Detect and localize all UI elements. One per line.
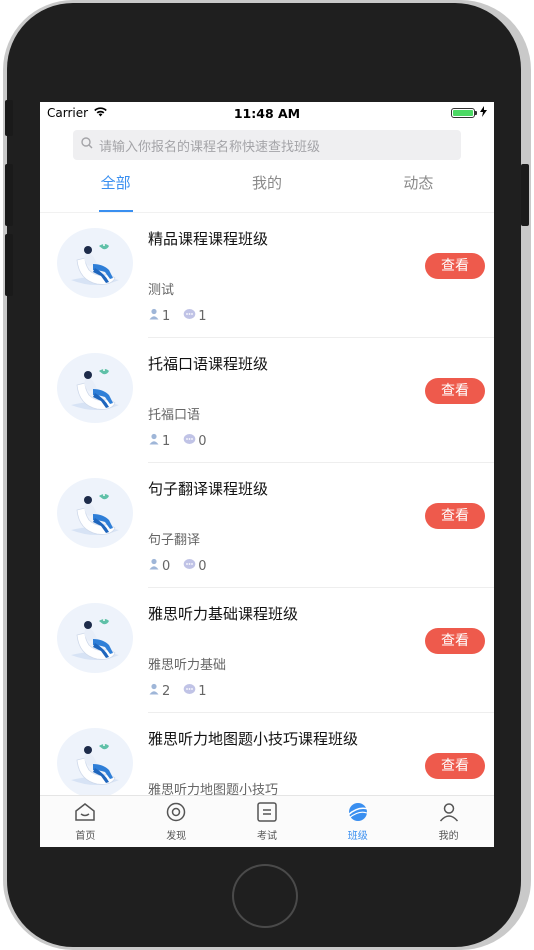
course-avatar [57, 478, 133, 548]
course-subtitle: 雅思听力基础 [148, 658, 227, 673]
course-title: 句子翻译课程班级 [148, 480, 269, 498]
course-stats: 0 0 [148, 558, 220, 574]
tab-bar-top: 全部 我的 动态 [40, 166, 494, 213]
comment-icon [183, 308, 198, 324]
comment-count: 1 [198, 308, 207, 324]
member-count: 1 [162, 433, 171, 449]
tab-home[interactable]: 首页 [40, 796, 131, 847]
list-item[interactable]: 句子翻译课程班级 句子翻译 0 0 查看 [40, 463, 494, 588]
course-subtitle: 托福口语 [148, 408, 201, 423]
tab-profile-label: 我的 [438, 831, 459, 842]
course-title: 雅思听力基础课程班级 [148, 605, 299, 623]
member-count: 1 [162, 308, 171, 324]
course-subtitle: 测试 [148, 283, 175, 298]
comment-count: 0 [198, 558, 207, 574]
discover-icon [164, 802, 188, 827]
course-list: 精品课程课程班级 测试 1 1 查看 托福口语课程班级 托福口语 1 0 查看 [40, 213, 494, 838]
comment-count: 1 [198, 683, 207, 699]
class-icon [346, 802, 370, 827]
comment-count: 0 [198, 433, 207, 449]
course-title: 托福口语课程班级 [148, 355, 269, 373]
app-screen: Carrier 11:48 AM 请输入你报名的课程名称快速查找班级 全部 我的 [40, 102, 494, 847]
battery-icon [451, 108, 477, 118]
course-stats: 2 1 [148, 683, 220, 699]
tab-mine[interactable]: 我的 [191, 166, 342, 212]
course-stats: 1 0 [148, 433, 220, 449]
member-icon [148, 558, 162, 574]
view-button[interactable]: 查看 [425, 253, 485, 279]
profile-icon [437, 802, 461, 827]
course-avatar [57, 353, 133, 423]
volume-down-button [5, 234, 13, 296]
member-icon [148, 308, 162, 324]
tab-discover[interactable]: 发现 [131, 796, 222, 847]
course-avatar [57, 228, 133, 298]
tab-home-label: 首页 [75, 831, 96, 842]
volume-up-button [5, 164, 13, 226]
search-icon [81, 137, 99, 153]
home-button[interactable] [232, 864, 298, 928]
status-bar: Carrier 11:48 AM [40, 102, 494, 124]
list-item[interactable]: 雅思听力基础课程班级 雅思听力基础 2 1 查看 [40, 588, 494, 713]
home-icon [73, 802, 97, 827]
course-subtitle: 句子翻译 [148, 533, 201, 548]
view-button[interactable]: 查看 [425, 503, 485, 529]
bottom-tab-bar: 首页 发现 考试 班级 我的 [40, 795, 494, 847]
tab-discover-label: 发现 [166, 831, 187, 842]
course-avatar [57, 728, 133, 798]
course-title: 雅思听力地图题小技巧课程班级 [148, 730, 359, 748]
tab-class[interactable]: 班级 [312, 796, 403, 847]
comment-icon [183, 558, 198, 574]
view-button[interactable]: 查看 [425, 753, 485, 779]
course-title: 精品课程课程班级 [148, 230, 269, 248]
search-bar[interactable]: 请输入你报名的课程名称快速查找班级 [73, 130, 461, 160]
tab-all[interactable]: 全部 [40, 166, 191, 212]
view-button[interactable]: 查看 [425, 628, 485, 654]
member-icon [148, 433, 162, 449]
member-count: 0 [162, 558, 171, 574]
mute-switch [5, 100, 13, 136]
power-button [521, 164, 529, 226]
member-count: 2 [162, 683, 171, 699]
tab-profile[interactable]: 我的 [403, 796, 494, 847]
member-icon [148, 683, 162, 699]
comment-icon [183, 683, 198, 699]
course-stats: 1 1 [148, 308, 220, 324]
tab-exam[interactable]: 考试 [222, 796, 313, 847]
clock: 11:48 AM [233, 105, 301, 121]
list-item[interactable]: 精品课程课程班级 测试 1 1 查看 [40, 213, 494, 338]
tab-activity[interactable]: 动态 [343, 166, 494, 212]
list-item[interactable]: 托福口语课程班级 托福口语 1 0 查看 [40, 338, 494, 463]
search-input[interactable]: 请输入你报名的课程名称快速查找班级 [99, 136, 320, 155]
comment-icon [183, 433, 198, 449]
course-avatar [57, 603, 133, 673]
view-button[interactable]: 查看 [425, 378, 485, 404]
tab-class-label: 班级 [347, 831, 368, 842]
exam-icon [255, 802, 279, 827]
tab-exam-label: 考试 [256, 831, 277, 842]
